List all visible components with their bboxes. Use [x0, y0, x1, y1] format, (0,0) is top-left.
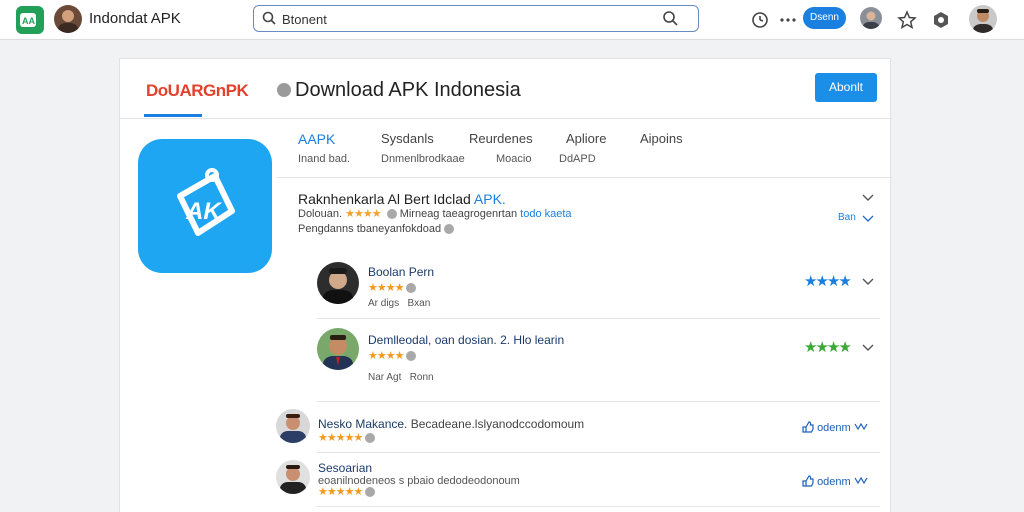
- search-icon: [262, 11, 276, 25]
- info-dot-icon: [406, 351, 417, 362]
- tab-sublabel: Moacio: [496, 153, 532, 165]
- rating-stars: ★★★★: [804, 273, 852, 290]
- reviewer-name[interactable]: Sesoarian: [318, 461, 372, 475]
- review-stars: ★★★★★: [318, 431, 376, 444]
- app-title: Indondat APK: [89, 10, 181, 27]
- tab-sysdanls[interactable]: Sysdanls: [381, 131, 434, 146]
- info-dot-icon: [365, 487, 376, 498]
- reviewer-name[interactable]: Boolan Pern: [368, 265, 434, 279]
- meta-link[interactable]: todo kaeta: [520, 208, 571, 220]
- tab-sublabel: Inand bad.: [298, 153, 350, 165]
- review-device: Ronn: [409, 372, 434, 383]
- helpful-button[interactable]: odenm: [802, 421, 868, 434]
- thumbs-up-icon: [802, 421, 814, 433]
- chevron-down-icon[interactable]: [862, 277, 874, 287]
- page-title: Download APK Indonesia: [295, 79, 521, 101]
- avatar[interactable]: [317, 328, 359, 370]
- reviewer-name[interactable]: Nesko Makance.: [318, 417, 407, 431]
- helpful-button[interactable]: odenm: [802, 475, 868, 488]
- profile-avatar[interactable]: [969, 5, 997, 33]
- app-detail-card: DoUARGnPK Download APK Indonesia Abonlt …: [119, 58, 892, 512]
- tab-aipoins[interactable]: Aipoins: [640, 131, 683, 146]
- reviewer-name[interactable]: Demlleodal, oan dosian. 2. Hlo learin: [368, 333, 564, 347]
- top-bar: AA Indondat APK Dsenn: [0, 0, 1024, 40]
- app-description: Pengdanns tbaneyanfokdoad: [298, 223, 455, 235]
- chevron-down-icon[interactable]: [862, 193, 874, 203]
- chevron-down-icon: [854, 422, 868, 431]
- review-comment: Becadeane.lslyanodccodomoum: [410, 417, 585, 431]
- app-name: Raknhenkarla Al Bert Idclad APK.: [298, 191, 506, 207]
- review-date: Nar Agt: [368, 372, 402, 383]
- divider: [120, 118, 892, 119]
- review-date: Ar digs: [368, 298, 400, 309]
- search-input[interactable]: [282, 10, 652, 28]
- more-icon[interactable]: [778, 10, 798, 30]
- star-icon[interactable]: [897, 10, 917, 30]
- action-pill-button[interactable]: Dsenn: [803, 7, 846, 29]
- review-stars: ★★★★: [368, 349, 417, 362]
- clock-icon[interactable]: [750, 10, 770, 30]
- avatar[interactable]: [54, 5, 82, 33]
- app-meta: Dolouan. ★★★★ Mirneag taeagrogenrtan tod…: [298, 207, 572, 220]
- svg-text:AA: AA: [22, 16, 35, 26]
- tab-apliore[interactable]: Apliore: [566, 131, 606, 146]
- divider: [317, 452, 880, 453]
- app-name-highlight: APK.: [473, 191, 506, 207]
- rating-stars: ★★★★: [345, 208, 381, 220]
- divider: [317, 318, 880, 319]
- settings-icon[interactable]: [931, 10, 951, 30]
- review-stars-text: ★★★★★: [318, 432, 363, 444]
- review-stars-text: ★★★★: [368, 350, 404, 362]
- info-dot-icon: [406, 283, 417, 294]
- info-icon[interactable]: [277, 83, 291, 97]
- avatar[interactable]: [317, 262, 359, 304]
- helpful-label: odenm: [817, 476, 851, 488]
- apk-app-icon: AK: [138, 139, 272, 273]
- side-label[interactable]: Ban: [838, 212, 856, 223]
- helpful-label: odenm: [817, 422, 851, 434]
- app-name-text: Raknhenkarla Al Bert Idclad: [298, 191, 474, 207]
- chevron-down-icon[interactable]: [862, 214, 874, 224]
- info-dot-icon: [444, 224, 455, 235]
- divider: [317, 506, 880, 507]
- review-meta: Nar Agt Ronn: [368, 372, 434, 383]
- review-header: Nesko Makance. Becadeane.lslyanodccodomo…: [318, 417, 584, 431]
- magnifier-icon[interactable]: [662, 10, 678, 26]
- meta-prefix: Dolouan.: [298, 208, 343, 220]
- review-device: Bxan: [407, 298, 431, 309]
- review-stars: ★★★★★: [318, 485, 376, 498]
- tab-sublabel: Dnmenlbrodkaae: [381, 153, 465, 165]
- meta-text: Mirneag taeagrogenrtan: [399, 208, 518, 220]
- review-stars-text: ★★★★★: [318, 486, 363, 498]
- about-button[interactable]: Abonlt: [815, 73, 877, 102]
- description-text: Pengdanns tbaneyanfokdoad: [298, 223, 442, 235]
- divider: [277, 177, 892, 178]
- tab-aapk[interactable]: AAPK: [298, 131, 335, 147]
- app-logo-icon[interactable]: AA: [16, 6, 44, 34]
- avatar[interactable]: [276, 409, 310, 443]
- chevron-down-icon[interactable]: [862, 343, 874, 353]
- brand-logo[interactable]: DoUARGnPK: [146, 81, 249, 101]
- svg-text:AK: AK: [185, 198, 222, 225]
- divider: [317, 401, 880, 402]
- review-stars-text: ★★★★: [368, 282, 404, 294]
- thumbs-up-icon: [802, 475, 814, 487]
- tab-sublabel: DdAPD: [559, 153, 596, 165]
- review-meta: Ar digs Bxan: [368, 298, 430, 309]
- info-dot-icon: [365, 433, 376, 444]
- rating-stars: ★★★★: [804, 339, 852, 356]
- tab-reurdenes[interactable]: Reurdenes: [469, 131, 533, 146]
- review-stars: ★★★★: [368, 281, 417, 294]
- info-dot-icon: [386, 209, 397, 220]
- active-indicator: [144, 114, 202, 117]
- user-avatar[interactable]: [860, 7, 882, 29]
- avatar[interactable]: [276, 460, 310, 494]
- chevron-down-icon: [854, 476, 868, 485]
- search-bar[interactable]: [253, 5, 699, 32]
